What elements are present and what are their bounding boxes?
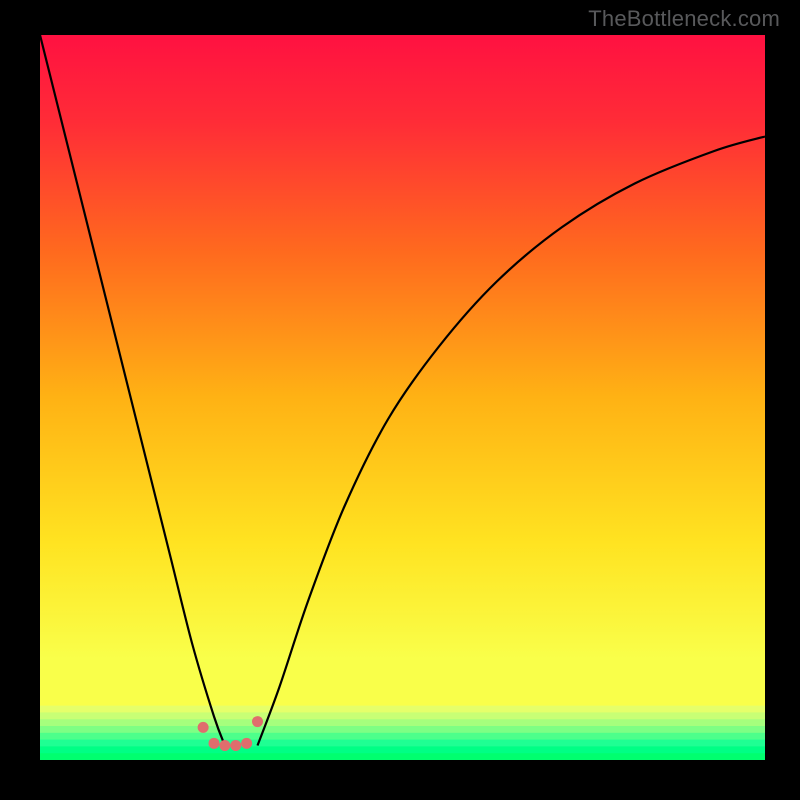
chart-svg <box>40 35 765 760</box>
glow-band <box>40 706 765 713</box>
trough-dot <box>198 722 209 733</box>
trough-dot <box>252 716 263 727</box>
bottom-gradient-bands <box>40 706 765 760</box>
trough-dot <box>219 740 230 751</box>
glow-band <box>40 733 765 740</box>
glow-band <box>40 712 765 719</box>
glow-band <box>40 726 765 733</box>
trough-dot <box>209 738 220 749</box>
watermark-text: TheBottleneck.com <box>588 6 780 32</box>
trough-dot <box>241 738 252 749</box>
glow-band <box>40 719 765 726</box>
plot-area <box>40 35 765 760</box>
trough-dot <box>230 740 241 751</box>
glow-band <box>40 746 765 753</box>
glow-band <box>40 740 765 747</box>
glow-band <box>40 753 765 760</box>
chart-frame: TheBottleneck.com <box>0 0 800 800</box>
